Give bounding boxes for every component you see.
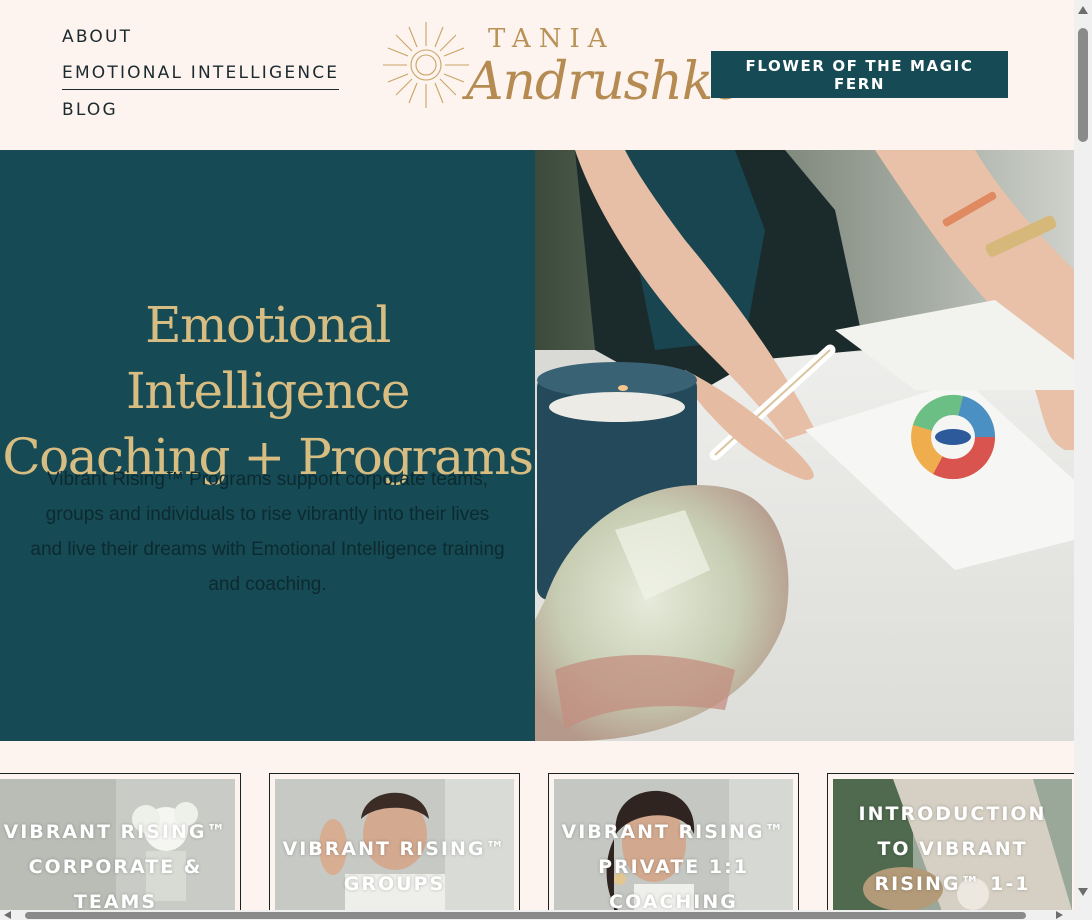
card-introduction-line-3: RISING™ 1-1: [874, 873, 1031, 895]
hero-text-panel: Emotional Intelligence Coaching + Progra…: [0, 150, 535, 741]
card-groups[interactable]: VIBRANT RISING™ GROUPS: [269, 773, 520, 910]
hero-description-line-4: and coaching.: [208, 574, 327, 595]
card-groups-title: VIBRANT RISING™ GROUPS: [270, 832, 519, 902]
vertical-scroll-thumb[interactable]: [1078, 28, 1088, 142]
card-private-coaching-line-2: PRIVATE 1:1: [598, 856, 749, 878]
horizontal-scroll-thumb[interactable]: [25, 912, 1026, 919]
hero-photo: [535, 150, 1074, 741]
main-nav: ABOUT EMOTIONAL INTELLIGENCE BLOG: [62, 26, 340, 135]
page-viewport: ABOUT EMOTIONAL INTELLIGENCE BLOG TANIA …: [0, 0, 1074, 910]
hero-description-line-3: and live their dreams with Emotional Int…: [30, 539, 505, 560]
logo-first-name: TANIA: [488, 24, 615, 54]
card-corporate-teams-title: VIBRANT RISING™ CORPORATE & TEAMS: [0, 815, 240, 910]
hero-description: Vibrant Rising™ Programs support corpora…: [0, 462, 535, 602]
vertical-scrollbar[interactable]: [1074, 0, 1092, 910]
arrow-right-icon[interactable]: [1056, 911, 1063, 919]
hero-description-line-2: groups and individuals to rise vibrantly…: [45, 504, 490, 525]
nav-item-blog[interactable]: BLOG: [62, 99, 339, 121]
arrow-down-icon[interactable]: [1078, 888, 1088, 896]
arrow-left-icon[interactable]: [4, 911, 11, 919]
site-header: ABOUT EMOTIONAL INTELLIGENCE BLOG TANIA …: [0, 0, 1074, 150]
hero-description-line-1: Vibrant Rising™ Programs support corpora…: [46, 469, 489, 490]
card-private-coaching-line-1: VIBRANT RISING™: [561, 821, 786, 843]
logo-last-name: Andrushko: [466, 52, 744, 112]
card-groups-line-1: VIBRANT RISING™: [282, 838, 507, 860]
hero-section: Emotional Intelligence Coaching + Progra…: [0, 150, 1074, 741]
nav-item-emotional-intelligence[interactable]: EMOTIONAL INTELLIGENCE: [62, 62, 340, 90]
card-private-coaching[interactable]: VIBRANT RISING™ PRIVATE 1:1 COACHING: [548, 773, 799, 910]
card-corporate-teams-line-1: VIBRANT RISING™: [3, 821, 228, 843]
card-introduction[interactable]: INTRODUCTION TO VIBRANT RISING™ 1-1: [827, 773, 1074, 910]
card-private-coaching-title: VIBRANT RISING™ PRIVATE 1:1 COACHING: [549, 815, 798, 910]
card-introduction-title: INTRODUCTION TO VIBRANT RISING™ 1-1: [828, 797, 1074, 902]
hero-title-line-1: Emotional Intelligence: [125, 296, 411, 420]
card-corporate-teams-line-3: TEAMS: [73, 891, 158, 910]
hero-title: Emotional Intelligence Coaching + Progra…: [0, 292, 535, 490]
card-corporate-teams-line-2: CORPORATE &: [28, 856, 203, 878]
sunburst-icon: [383, 22, 469, 108]
card-groups-line-2: GROUPS: [343, 873, 446, 895]
site-logo[interactable]: TANIA Andrushko: [380, 16, 744, 136]
card-corporate-teams[interactable]: VIBRANT RISING™ CORPORATE & TEAMS: [0, 773, 241, 910]
flower-of-magic-fern-button[interactable]: FLOWER OF THE MAGIC FERN: [711, 51, 1008, 98]
card-private-coaching-line-3: COACHING: [609, 891, 738, 910]
card-introduction-line-2: TO VIBRANT: [877, 838, 1028, 860]
nav-item-about[interactable]: ABOUT: [62, 26, 339, 48]
arrow-up-icon[interactable]: [1078, 6, 1088, 14]
hero-photo-illustration: [535, 150, 1074, 741]
program-cards: VIBRANT RISING™ CORPORATE & TEAMS VIBRAN…: [0, 773, 1074, 910]
card-introduction-line-1: INTRODUCTION: [858, 803, 1047, 825]
horizontal-scrollbar[interactable]: [0, 910, 1092, 920]
